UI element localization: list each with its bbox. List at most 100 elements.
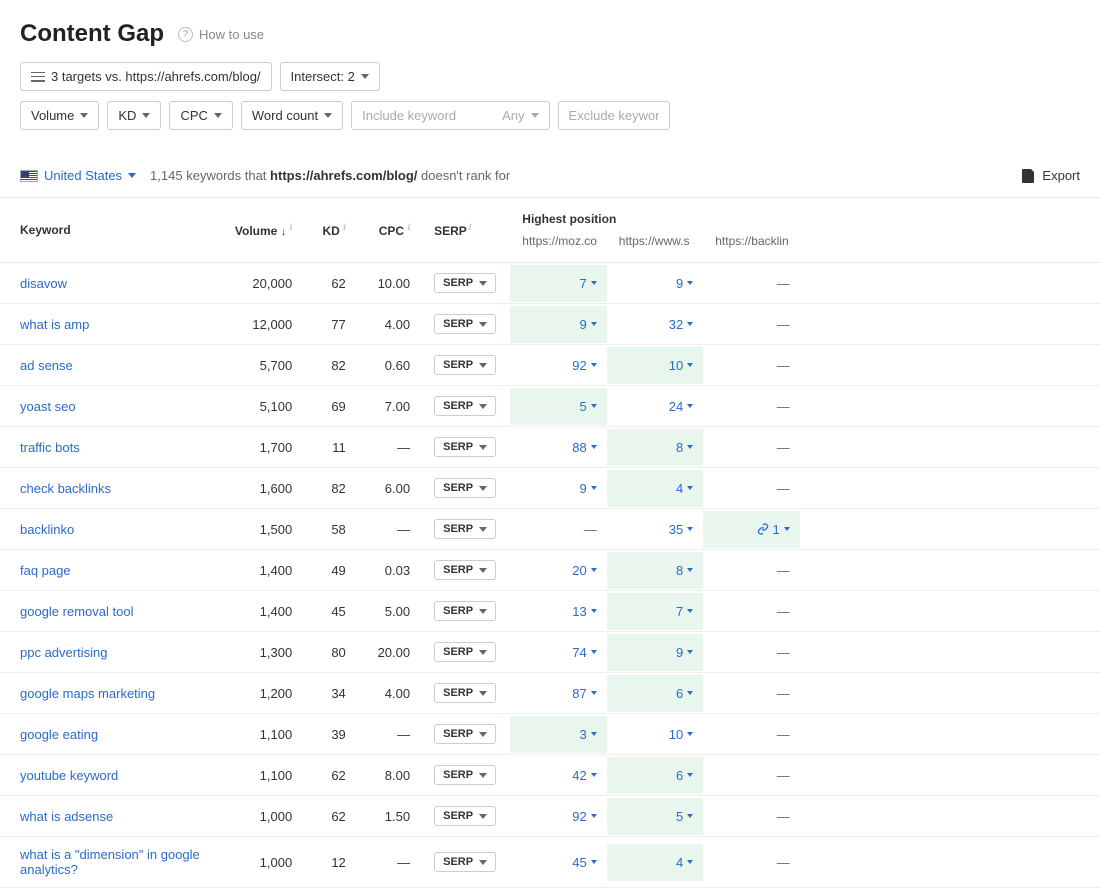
position-cell[interactable]: 7 xyxy=(607,593,703,630)
serp-button[interactable]: SERP xyxy=(434,560,496,580)
position-cell[interactable]: 88 xyxy=(510,429,606,466)
caret-icon xyxy=(214,113,222,118)
keyword-link[interactable]: backlinko xyxy=(20,522,74,537)
caret-icon xyxy=(591,814,597,818)
keyword-link[interactable]: what is amp xyxy=(20,317,89,332)
keyword-link[interactable]: check backlinks xyxy=(20,481,111,496)
cpc-filter-button[interactable]: CPC xyxy=(169,101,232,130)
position-cell[interactable]: 10 xyxy=(607,716,703,753)
keyword-link[interactable]: youtube keyword xyxy=(20,768,118,783)
table-row: check backlinks 1,600 82 6.00 SERP 9 4 — xyxy=(0,468,1100,509)
serp-button[interactable]: SERP xyxy=(434,852,496,872)
position-cell[interactable]: 74 xyxy=(510,634,606,671)
results-summary: 1,145 keywords that https://ahrefs.com/b… xyxy=(150,168,510,183)
keyword-link[interactable]: disavow xyxy=(20,276,67,291)
keyword-link[interactable]: yoast seo xyxy=(20,399,76,414)
kd-filter-button[interactable]: KD xyxy=(107,101,161,130)
keyword-link[interactable]: what is adsense xyxy=(20,809,113,824)
position-cell[interactable]: 13 xyxy=(510,593,606,630)
serp-button[interactable]: SERP xyxy=(434,683,496,703)
word-count-filter-button[interactable]: Word count xyxy=(241,101,343,130)
how-to-use-link[interactable]: ? How to use xyxy=(178,27,264,42)
keyword-link[interactable]: what is a "dimension" in google analytic… xyxy=(20,847,200,877)
serp-button[interactable]: SERP xyxy=(434,642,496,662)
caret-icon xyxy=(531,113,539,118)
position-cell[interactable]: 3 xyxy=(510,716,606,753)
keyword-link[interactable]: google eating xyxy=(20,727,98,742)
position-cell[interactable]: 4 xyxy=(607,844,703,881)
keyword-link[interactable]: ad sense xyxy=(20,358,73,373)
serp-button[interactable]: SERP xyxy=(434,724,496,744)
caret-icon xyxy=(479,486,487,491)
col-kd[interactable]: KDi xyxy=(300,198,354,263)
col-keyword[interactable]: Keyword xyxy=(0,198,214,263)
cpc-value: — xyxy=(354,509,418,550)
position-cell[interactable]: 6 xyxy=(607,675,703,712)
keyword-link[interactable]: google maps marketing xyxy=(20,686,155,701)
volume-filter-button[interactable]: Volume xyxy=(20,101,99,130)
table-row: yoast seo 5,100 69 7.00 SERP 5 24 — xyxy=(0,386,1100,427)
position-cell[interactable]: 7 xyxy=(510,265,606,302)
include-keyword-group: Any xyxy=(351,101,549,130)
col-volume[interactable]: Volume ↓i xyxy=(214,198,300,263)
serp-button[interactable]: SERP xyxy=(434,765,496,785)
kd-value: 62 xyxy=(300,263,354,304)
position-cell[interactable]: 9 xyxy=(510,470,606,507)
position-cell[interactable]: 92 xyxy=(510,347,606,384)
serp-button[interactable]: SERP xyxy=(434,396,496,416)
position-cell[interactable]: 1 xyxy=(703,511,799,548)
keyword-link[interactable]: traffic bots xyxy=(20,440,80,455)
position-cell[interactable]: 24 xyxy=(607,388,703,425)
serp-button[interactable]: SERP xyxy=(434,355,496,375)
position-cell[interactable]: 6 xyxy=(607,757,703,794)
position-cell[interactable]: 9 xyxy=(607,265,703,302)
serp-button[interactable]: SERP xyxy=(434,437,496,457)
table-row: backlinko 1,500 58 — SERP — 35 1 xyxy=(0,509,1100,550)
position-cell[interactable]: 8 xyxy=(607,552,703,589)
keyword-link[interactable]: ppc advertising xyxy=(20,645,107,660)
serp-button[interactable]: SERP xyxy=(434,314,496,334)
keyword-link[interactable]: faq page xyxy=(20,563,71,578)
export-button[interactable]: Export xyxy=(1022,168,1080,183)
caret-icon xyxy=(687,650,693,654)
empty-value: — xyxy=(777,604,790,619)
serp-button[interactable]: SERP xyxy=(434,601,496,621)
position-cell[interactable]: 35 xyxy=(607,511,703,548)
position-cell[interactable]: 5 xyxy=(607,798,703,835)
serp-button[interactable]: SERP xyxy=(434,519,496,539)
position-cell[interactable]: 9 xyxy=(607,634,703,671)
volume-value: 1,600 xyxy=(214,468,300,509)
intersect-filter-button[interactable]: Intersect: 2 xyxy=(280,62,380,91)
caret-icon xyxy=(591,568,597,572)
country-select[interactable]: United States xyxy=(20,168,136,183)
serp-button[interactable]: SERP xyxy=(434,273,496,293)
targets-filter-button[interactable]: 3 targets vs. https://ahrefs.com/blog/ xyxy=(20,62,272,91)
position-cell[interactable]: 42 xyxy=(510,757,606,794)
caret-icon xyxy=(479,609,487,614)
empty-value: — xyxy=(777,481,790,496)
empty-value: — xyxy=(777,645,790,660)
position-cell[interactable]: 8 xyxy=(607,429,703,466)
table-row: google removal tool 1,400 45 5.00 SERP 1… xyxy=(0,591,1100,632)
serp-button[interactable]: SERP xyxy=(434,478,496,498)
position-cell[interactable]: 20 xyxy=(510,552,606,589)
position-cell[interactable]: 87 xyxy=(510,675,606,712)
keyword-link[interactable]: google removal tool xyxy=(20,604,133,619)
serp-button[interactable]: SERP xyxy=(434,806,496,826)
position-cell[interactable]: 10 xyxy=(607,347,703,384)
caret-icon xyxy=(591,363,597,367)
col-competitor-3: https://backlin xyxy=(703,230,799,263)
position-cell[interactable]: 32 xyxy=(607,306,703,343)
col-serp: SERPi xyxy=(418,198,510,263)
include-mode-select[interactable]: Any xyxy=(492,102,548,129)
include-keyword-input[interactable] xyxy=(352,102,492,129)
exclude-keyword-input[interactable] xyxy=(559,102,669,129)
kd-value: 82 xyxy=(300,345,354,386)
col-cpc[interactable]: CPCi xyxy=(354,198,418,263)
position-cell[interactable]: 92 xyxy=(510,798,606,835)
position-cell[interactable]: 9 xyxy=(510,306,606,343)
position-cell[interactable]: 5 xyxy=(510,388,606,425)
position-cell[interactable]: 45 xyxy=(510,844,606,881)
kd-value: 62 xyxy=(300,796,354,837)
position-cell[interactable]: 4 xyxy=(607,470,703,507)
